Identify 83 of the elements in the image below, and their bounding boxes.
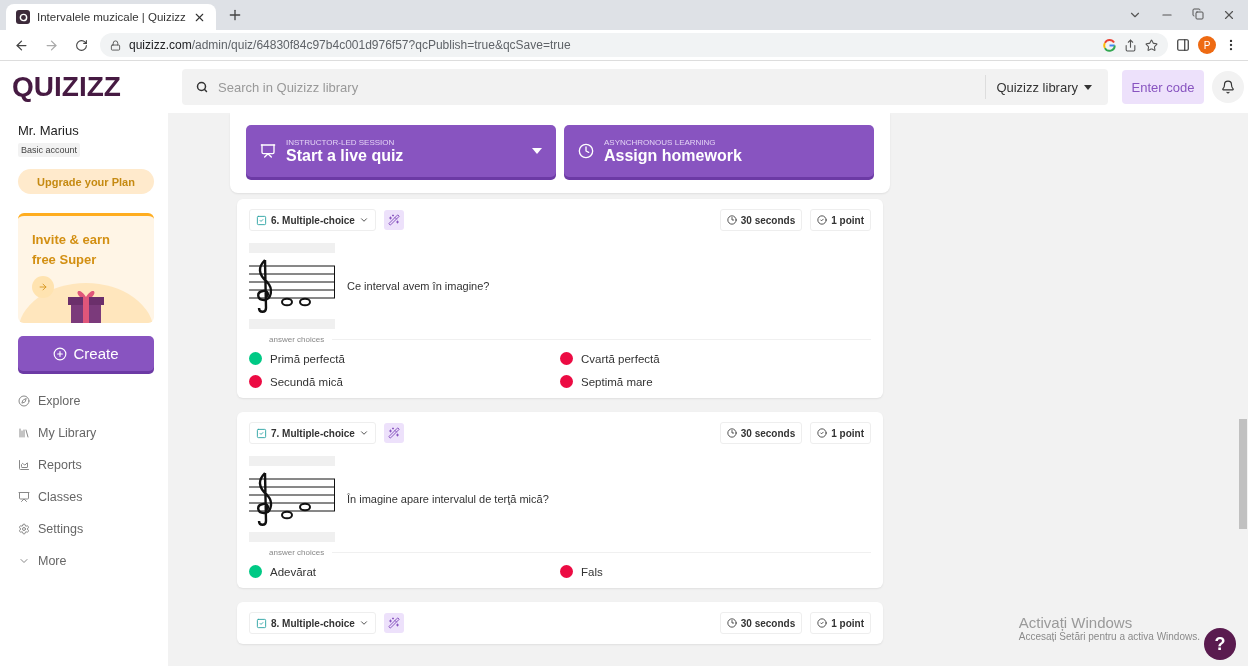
plus-circle-icon	[53, 346, 68, 361]
board-icon	[18, 491, 30, 503]
forward-arrow-icon	[43, 37, 59, 53]
share-icon[interactable]	[1124, 38, 1137, 52]
magic-wand-button[interactable]	[383, 423, 404, 443]
promo-text: Invite & earn free Super	[32, 231, 112, 269]
session-button[interactable]: INSTRUCTOR-LED SESSION Start a live quiz	[246, 125, 556, 177]
check-circle-icon	[817, 215, 828, 225]
question-text: În imagine apare intervalul de terţă mică?	[347, 493, 549, 505]
answer-choice-text: Primă perfectă	[270, 352, 345, 365]
create-button[interactable]: Create	[18, 336, 154, 371]
google-logo-icon[interactable]	[1103, 38, 1116, 52]
nav-item[interactable]: Reports	[18, 455, 154, 475]
answer-choice-text: Secundă mică	[270, 375, 343, 388]
answer-choice-text: Cvartă perfectă	[581, 352, 660, 365]
time-limit-dropdown[interactable]: 30 seconds	[719, 209, 803, 231]
points-dropdown[interactable]: 1 point	[810, 612, 871, 634]
session-button[interactable]: ASYNCHRONOUS LEARNING Assign homework	[564, 125, 874, 177]
caret-icon	[1084, 84, 1092, 90]
points-dropdown[interactable]: 1 point	[810, 422, 871, 444]
nav-item[interactable]: My Library	[18, 423, 154, 443]
user-name: Mr. Marius	[18, 123, 80, 138]
answer-choice-text: Adevărat	[270, 565, 317, 578]
caret-icon	[358, 215, 369, 225]
nav-item[interactable]: Explore	[18, 391, 154, 411]
quizizz-logo[interactable]: QUIZIZZ	[0, 71, 168, 103]
quiz-logo-icon	[16, 10, 30, 24]
restore-icon[interactable]	[1192, 8, 1204, 20]
side-panel-icon[interactable]	[1176, 38, 1190, 52]
nav-item[interactable]: Classes	[18, 487, 154, 507]
question-text: Ce interval avem în imagine?	[347, 280, 490, 292]
notifications-button[interactable]	[1212, 71, 1244, 103]
arrow-right-icon	[38, 282, 48, 292]
settings-icon	[18, 523, 30, 535]
clock-icon	[578, 143, 594, 159]
time-limit-dropdown[interactable]: 30 seconds	[719, 612, 803, 634]
address-bar[interactable]: quizizz.com/admin/quiz/64830f84c97b4c001d976f57?qcPublish=true&qcSave=true	[100, 33, 1168, 57]
check-circle-icon	[817, 618, 828, 628]
nav-item[interactable]: More	[18, 551, 154, 571]
help-button[interactable]: ?	[1204, 628, 1236, 660]
magic-wand-button[interactable]	[383, 613, 404, 633]
library-dropdown[interactable]: Quizizz library	[985, 75, 1108, 99]
books-icon	[18, 427, 30, 439]
bell-icon	[1221, 80, 1235, 94]
checkbox-icon	[256, 214, 267, 226]
answer-choices-label: answer choices	[269, 335, 325, 344]
caret-icon	[358, 428, 369, 438]
magic-wand-icon	[387, 427, 400, 439]
enter-code-button[interactable]: Enter code	[1122, 70, 1204, 104]
compass-icon	[18, 395, 30, 407]
search-icon	[196, 81, 208, 93]
lock-icon	[110, 39, 121, 51]
clock-icon	[726, 428, 737, 438]
magic-wand-button[interactable]	[383, 210, 404, 230]
activation-notice-text: Accesați Setări pentru a activa Windows.	[1018, 631, 1200, 642]
answer-choices-label: answer choices	[269, 548, 325, 557]
points-dropdown[interactable]: 1 point	[810, 209, 871, 231]
browser-tab[interactable]: Intervalele muzicale | Quizizz	[6, 4, 216, 30]
magic-wand-icon	[387, 617, 400, 629]
close-icon[interactable]	[1222, 8, 1236, 22]
checkbox-icon	[256, 617, 267, 629]
question-type-dropdown[interactable]: 7. Multiple-choice	[249, 422, 376, 444]
chart-icon	[18, 459, 30, 471]
checkbox-icon	[256, 427, 267, 439]
check-circle-icon	[817, 428, 828, 438]
presenter-icon	[260, 143, 276, 159]
search-field[interactable]: Search in Quizizz library Quizizz library	[182, 69, 1108, 105]
activation-notice-title: Activați Windows	[1018, 614, 1133, 631]
nav-item[interactable]: Settings	[18, 519, 154, 539]
tab-title: Intervalele muzicale | Quizizz	[37, 11, 186, 23]
clock-icon	[726, 618, 737, 628]
time-limit-dropdown[interactable]: 30 seconds	[719, 422, 803, 444]
plus-icon	[227, 7, 243, 23]
answer-choice-text: Fals	[581, 565, 603, 578]
reload-icon	[74, 38, 88, 52]
star-icon[interactable]	[1145, 38, 1158, 52]
plan-badge: Basic account	[18, 143, 81, 157]
magic-wand-icon	[387, 214, 400, 226]
answer-choice-text: Septimă mare	[581, 375, 653, 388]
question-type-dropdown[interactable]: 6. Multiple-choice	[249, 209, 376, 231]
clock-icon	[726, 215, 737, 225]
caret-icon	[358, 618, 369, 628]
question-type-dropdown[interactable]: 8. Multiple-choice	[249, 612, 376, 634]
